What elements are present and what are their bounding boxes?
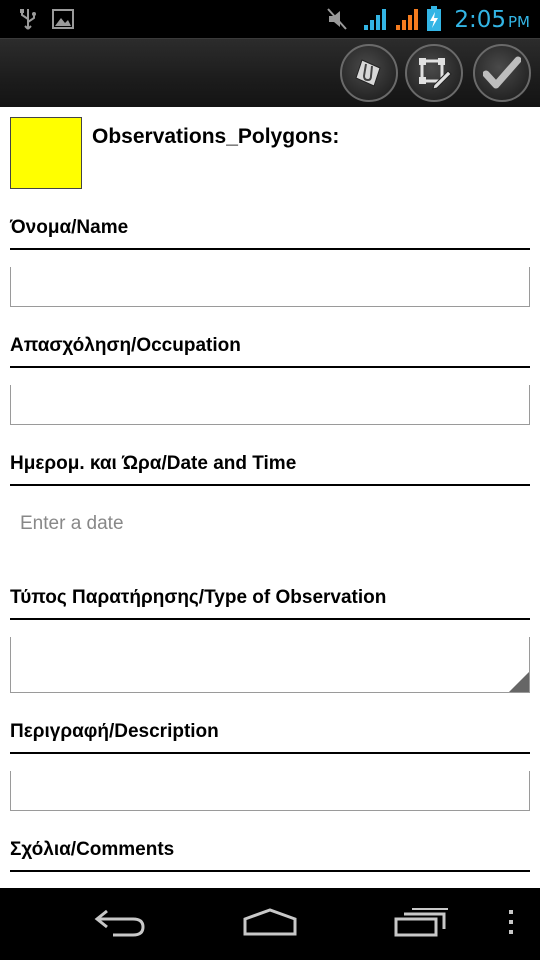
recent-apps-icon — [394, 907, 450, 942]
back-button[interactable] — [80, 888, 160, 960]
observation-type-spinner[interactable] — [10, 637, 530, 693]
label-divider — [10, 618, 530, 620]
navigation-bar — [0, 888, 540, 960]
label-divider — [10, 752, 530, 754]
feature-form: Observations_Polygons: Όνομα/Name Απασχό… — [0, 107, 540, 888]
back-icon — [93, 907, 147, 942]
layer-title: Observations_Polygons: — [92, 125, 340, 148]
name-input[interactable] — [10, 267, 530, 307]
attachment-icon — [352, 56, 386, 90]
occupation-input[interactable] — [10, 385, 530, 425]
image-icon — [52, 0, 74, 38]
comments-label: Σχόλια/Comments — [10, 839, 175, 860]
layer-color-swatch — [10, 117, 82, 189]
check-icon — [483, 56, 521, 90]
date-time-label: Ημερομ. και Ώρα/Date and Time — [10, 453, 297, 474]
menu-button[interactable] — [496, 888, 526, 960]
edit-geometry-icon — [416, 55, 452, 91]
label-divider — [10, 366, 530, 368]
usb-icon — [18, 0, 38, 38]
action-bar — [0, 38, 540, 107]
confirm-button[interactable] — [473, 44, 531, 102]
description-input[interactable] — [10, 771, 530, 811]
signal-icon — [364, 0, 388, 38]
label-divider — [10, 248, 530, 250]
date-input[interactable]: Enter a date — [20, 513, 124, 535]
label-divider — [10, 484, 530, 486]
dropdown-arrow-icon — [509, 672, 529, 692]
clock: 2:05 PM — [454, 7, 530, 33]
occupation-label: Απασχόληση/Occupation — [10, 335, 241, 356]
battery-charging-icon — [426, 0, 442, 38]
menu-overflow-icon — [507, 909, 515, 940]
signal-icon — [396, 0, 420, 38]
recent-apps-button[interactable] — [382, 888, 462, 960]
mute-icon — [326, 0, 348, 38]
observation-type-label: Τύπος Παρατήρησης/Type of Observation — [10, 587, 387, 608]
attach-button[interactable] — [340, 44, 398, 102]
description-label: Περιγραφή/Description — [10, 721, 219, 742]
home-button[interactable] — [230, 888, 310, 960]
name-label: Όνομα/Name — [10, 217, 129, 238]
edit-geometry-button[interactable] — [405, 44, 463, 102]
label-divider — [10, 870, 530, 872]
home-icon — [241, 907, 299, 942]
status-bar: 2:05 PM — [0, 0, 540, 38]
